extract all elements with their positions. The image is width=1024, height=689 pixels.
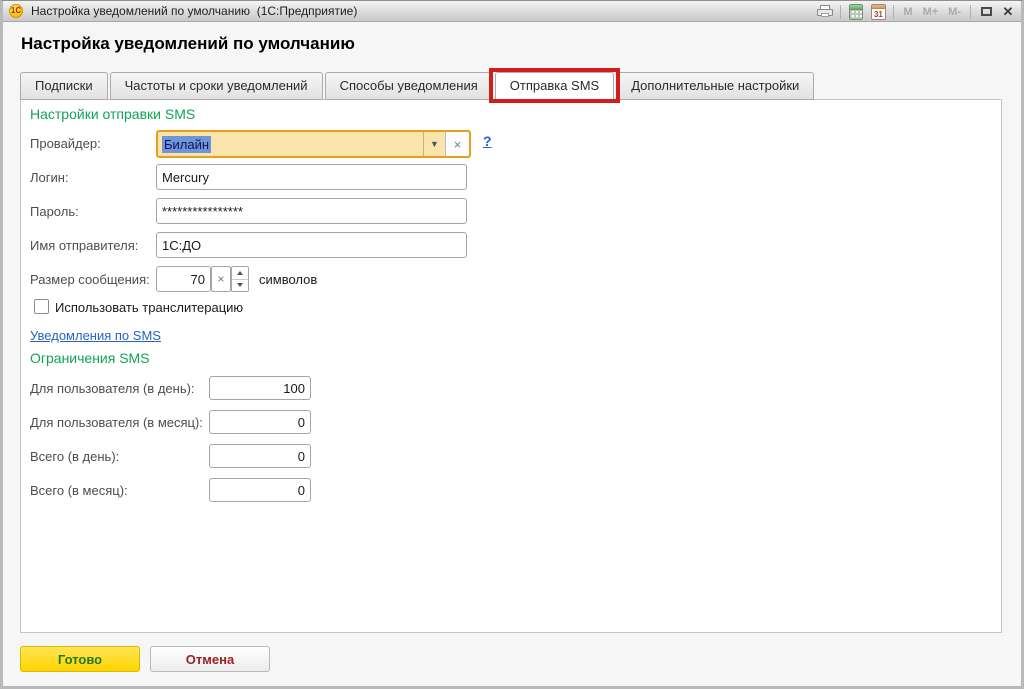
limit-user-month-input[interactable] xyxy=(209,410,311,434)
limit-total-day-label: Всего (в день): xyxy=(30,449,120,464)
clear-icon: × xyxy=(217,272,225,286)
memory-m-button[interactable]: M xyxy=(900,6,915,18)
provider-label: Провайдер: xyxy=(30,136,101,151)
sender-name-label: Имя отправителя: xyxy=(30,238,139,253)
message-size-suffix: символов xyxy=(259,272,318,287)
spinner-up-button[interactable] xyxy=(232,267,248,279)
sender-name-input[interactable] xyxy=(156,232,467,258)
sms-settings-panel: Настройки отправки SMS Провайдер: Билайн… xyxy=(20,99,1002,633)
message-size-label: Размер сообщения: xyxy=(30,272,150,287)
toolbar-separator xyxy=(970,4,971,19)
titlebar-controls: 31 M M+ M- ✕ xyxy=(816,1,1017,22)
spinner-down-button[interactable] xyxy=(232,278,248,292)
provider-clear-button[interactable]: × xyxy=(445,132,469,156)
page-title: Настройка уведомлений по умолчанию xyxy=(21,34,355,53)
maximize-button[interactable] xyxy=(977,3,995,21)
done-button[interactable]: Готово xyxy=(20,646,140,672)
limit-total-month-label: Всего (в месяц): xyxy=(30,483,128,498)
limit-total-day-input[interactable] xyxy=(209,444,311,468)
limit-user-day-input[interactable] xyxy=(209,376,311,400)
tab-bar: Подписки Частоты и сроки уведомлений Спо… xyxy=(20,68,816,103)
limit-user-day-label: Для пользователя (в день): xyxy=(30,381,195,396)
tab-frequencies[interactable]: Частоты и сроки уведомлений xyxy=(109,72,323,100)
calendar-icon: 31 xyxy=(870,3,886,20)
help-link[interactable]: ? xyxy=(483,133,492,149)
provider-dropdown-button[interactable]: ▼ xyxy=(423,132,445,156)
tab-notification-methods[interactable]: Способы уведомления xyxy=(324,72,493,100)
close-icon: ✕ xyxy=(1002,4,1014,19)
app-window: 1С Настройка уведомлений по умолчанию (1… xyxy=(0,0,1024,689)
transliteration-label: Использовать транслитерацию xyxy=(55,300,244,315)
toolbar-separator xyxy=(840,4,842,19)
limit-total-month-input[interactable] xyxy=(209,478,311,502)
memory-m-plus-button[interactable]: M+ xyxy=(920,6,942,18)
login-input[interactable] xyxy=(156,164,467,190)
cancel-button[interactable]: Отмена xyxy=(150,646,270,672)
provider-combobox[interactable]: Билайн ▼ × xyxy=(156,130,471,158)
section-title-sms-settings: Настройки отправки SMS xyxy=(30,106,196,122)
calculator-icon xyxy=(849,3,864,20)
calendar-button[interactable]: 31 xyxy=(869,3,887,21)
message-size-spinner xyxy=(231,266,249,292)
tab-sms-sending[interactable]: Отправка SMS xyxy=(488,68,621,103)
tab-sms-sending-label: Отправка SMS xyxy=(509,78,600,93)
password-label: Пароль: xyxy=(30,204,79,219)
tab-additional-settings[interactable]: Дополнительные настройки xyxy=(616,72,815,100)
login-label: Логин: xyxy=(30,170,69,185)
1c-logo-icon: 1С xyxy=(9,4,23,18)
printer-icon xyxy=(817,5,834,18)
message-size-input[interactable] xyxy=(156,266,211,292)
transliteration-checkbox[interactable] xyxy=(34,299,49,314)
sms-notifications-link[interactable]: Уведомления по SMS xyxy=(30,328,161,343)
print-button[interactable] xyxy=(816,3,834,21)
message-size-clear-button[interactable]: × xyxy=(211,266,231,292)
calculator-button[interactable] xyxy=(847,3,865,21)
toolbar-separator xyxy=(893,4,895,19)
arrow-up-icon xyxy=(237,270,243,275)
tab-subscriptions[interactable]: Подписки xyxy=(20,72,108,100)
provider-selected-text: Билайн xyxy=(162,135,212,153)
titlebar: 1С Настройка уведомлений по умолчанию (1… xyxy=(3,1,1021,22)
arrow-down-icon xyxy=(237,283,243,288)
close-button[interactable]: ✕ xyxy=(999,3,1017,21)
limit-user-month-label: Для пользователя (в месяц): xyxy=(30,415,203,430)
password-input[interactable] xyxy=(156,198,467,224)
chevron-down-icon: ▼ xyxy=(430,139,439,149)
window-title: Настройка уведомлений по умолчанию (1С:П… xyxy=(31,4,358,18)
provider-value: Билайн xyxy=(158,132,423,156)
maximize-icon xyxy=(980,7,992,16)
section-title-sms-limits: Ограничения SMS xyxy=(30,350,150,366)
clear-icon: × xyxy=(453,136,462,152)
memory-m-minus-button[interactable]: M- xyxy=(945,6,964,18)
